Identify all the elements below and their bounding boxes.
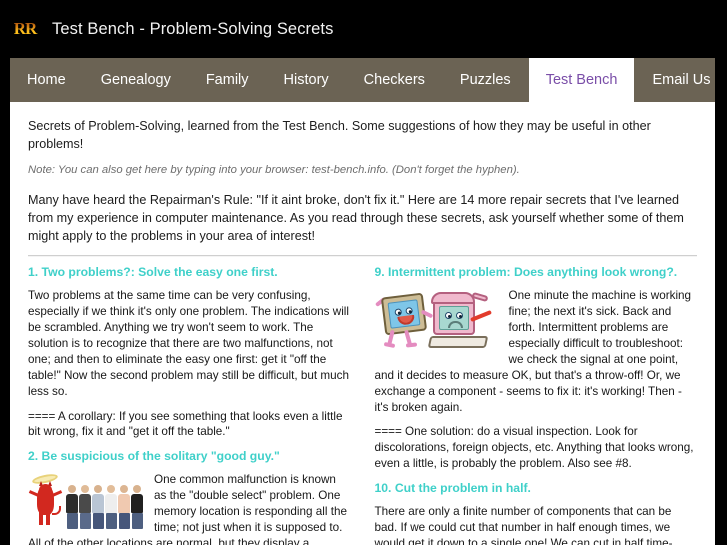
- devil-and-crowd-image: [28, 472, 146, 531]
- secret-section-9: 9. Intermittent problem: Does anything l…: [374, 265, 698, 472]
- secrets-columns: 1. Two problems?: Solve the easy one fir…: [28, 265, 697, 545]
- right-column: 9. Intermittent problem: Does anything l…: [374, 265, 698, 545]
- nav-item-checkers[interactable]: Checkers: [346, 58, 443, 102]
- person-figure: [92, 485, 104, 530]
- devil-arm-right-icon: [51, 490, 63, 498]
- left-column: 1. Two problems?: Solve the easy one fir…: [28, 265, 351, 545]
- secret-10-heading: 10. Cut the problem in half.: [374, 481, 531, 496]
- secret-2-heading: 2. Be suspicious of the solitary "good g…: [28, 449, 280, 464]
- secret-section-2: 2. Be suspicious of the solitary "good g…: [28, 449, 351, 545]
- secret-1-heading: 1. Two problems?: Solve the easy one fir…: [28, 265, 278, 280]
- intro-note-text: Note: You can also get here by typing in…: [28, 163, 520, 176]
- secret-1-corollary: ==== A corollary: If you see something t…: [28, 409, 343, 439]
- person-figure: [66, 485, 78, 530]
- happy-computer-icon: [380, 292, 427, 336]
- section-divider: [28, 255, 697, 258]
- nav-item-genealogy[interactable]: Genealogy: [83, 58, 189, 102]
- secret-section-1: 1. Two problems?: Solve the easy one fir…: [28, 265, 351, 440]
- nav-item-puzzles[interactable]: Puzzles: [442, 58, 529, 102]
- devil-leg-right-icon: [46, 512, 50, 526]
- cartoon-computers-image: [374, 290, 501, 352]
- secret-1-paragraph: Two problems at the same time can be ver…: [28, 289, 349, 398]
- nav-item-email-us[interactable]: Email Us: [635, 58, 727, 102]
- computer-foot-icon: [405, 342, 417, 348]
- secret-9-corollary: ==== One solution: do a visual inspectio…: [374, 425, 694, 471]
- nav-item-test-bench[interactable]: Test Bench: [528, 58, 636, 102]
- nav-item-home[interactable]: Home: [10, 58, 84, 102]
- computer-foot-icon: [383, 342, 395, 349]
- page-title: Test Bench - Problem-Solving Secrets: [52, 19, 334, 38]
- secret-section-10: 10. Cut the problem in half. There are o…: [375, 481, 698, 545]
- person-figure: [118, 485, 130, 530]
- site-header: RR Test Bench - Problem-Solving Secrets: [0, 0, 727, 58]
- main-navigation: Home Genealogy Family History Checkers P…: [10, 58, 727, 102]
- devil-tail-icon: [52, 506, 61, 516]
- intro-body-text: Many have heard the Repairman's Rule: "I…: [28, 192, 684, 244]
- devil-leg-left-icon: [39, 512, 43, 526]
- sick-computer-icon: [432, 300, 475, 336]
- person-figure: [131, 485, 143, 530]
- nightcap-icon: [430, 292, 475, 305]
- content-sheet: Secrets of Problem-Solving, learned from…: [10, 102, 715, 545]
- right-page-gutter: [715, 0, 727, 545]
- nav-item-history[interactable]: History: [266, 58, 347, 102]
- rr-monogram-logo: RR: [10, 17, 40, 41]
- nav-item-family[interactable]: Family: [188, 58, 267, 102]
- secret-9-heading: 9. Intermittent problem: Does anything l…: [374, 265, 678, 280]
- person-figure: [105, 485, 117, 530]
- keyboard-icon: [427, 336, 488, 349]
- person-figure: [79, 485, 91, 530]
- intro-lead-text: Secrets of Problem-Solving, learned from…: [28, 119, 651, 151]
- secret-10-paragraph: There are only a finite number of compon…: [374, 505, 673, 545]
- browser-viewport: RR Test Bench - Problem-Solving Secrets …: [0, 0, 727, 545]
